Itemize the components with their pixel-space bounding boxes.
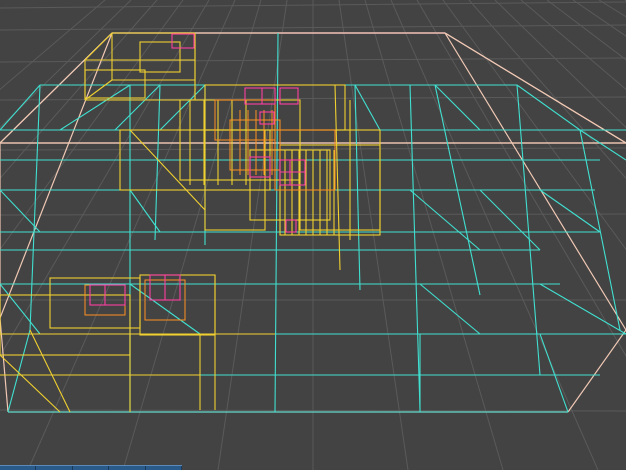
- grid-line: [442, 0, 626, 251]
- cyan-diagonal: [159, 84, 206, 131]
- root-box-edge: [567, 329, 626, 413]
- cyan-diagonal: [434, 84, 481, 131]
- grid-line: [416, 0, 626, 357]
- pink-cell: [244, 87, 276, 105]
- octree-level-yellow: [0, 32, 381, 413]
- grid-line: [546, 0, 626, 61]
- root-box-edge: [444, 32, 626, 331]
- cyan-diagonal: [354, 84, 381, 131]
- grid-line: [520, 0, 626, 91]
- cyan-diagonal: [114, 84, 161, 131]
- cyan-diagonal: [59, 84, 131, 131]
- cyan-diagonal: [0, 189, 41, 233]
- 3d-viewport[interactable]: [0, 0, 626, 470]
- cyan-cell-edge: [29, 84, 41, 331]
- toolbar-segment[interactable]: [0, 466, 37, 470]
- cyan-diagonal: [579, 129, 626, 161]
- cyan-diagonal: [516, 84, 581, 131]
- cyan-cell-edge: [409, 84, 421, 411]
- yellow-cell: [29, 329, 71, 413]
- cyan-diagonal: [539, 333, 569, 413]
- cyan-diagonal: [0, 283, 41, 335]
- cyan-diagonal: [409, 189, 481, 251]
- toolbar-strip[interactable]: [0, 465, 182, 470]
- grid-line: [494, 0, 626, 129]
- toolbar-segment[interactable]: [73, 466, 110, 470]
- octree-wireframe-scene: [0, 0, 626, 470]
- cyan-diagonal: [419, 283, 481, 335]
- grid-line: [572, 0, 626, 37]
- grid-line: [364, 0, 504, 470]
- yellow-cell: [334, 84, 341, 271]
- toolbar-segment[interactable]: [109, 466, 146, 470]
- toolbar-segment[interactable]: [146, 466, 182, 470]
- grid-line: [468, 0, 626, 179]
- pink-cell: [171, 33, 195, 49]
- cyan-diagonal: [479, 189, 541, 251]
- toolbar-segment[interactable]: [36, 466, 73, 470]
- root-box-edge: [0, 317, 9, 413]
- yellow-cell: [129, 129, 206, 211]
- pink-cell: [279, 87, 299, 105]
- yellow-cell: [0, 354, 61, 413]
- cyan-diagonal: [7, 329, 31, 413]
- cyan-cell-edge: [354, 84, 361, 291]
- octree-level-orange: [84, 99, 336, 321]
- yellow-cell: [139, 41, 181, 73]
- cyan-cell-edge: [154, 84, 161, 241]
- pink-cell: [285, 219, 297, 233]
- yellow-cell: [0, 294, 131, 356]
